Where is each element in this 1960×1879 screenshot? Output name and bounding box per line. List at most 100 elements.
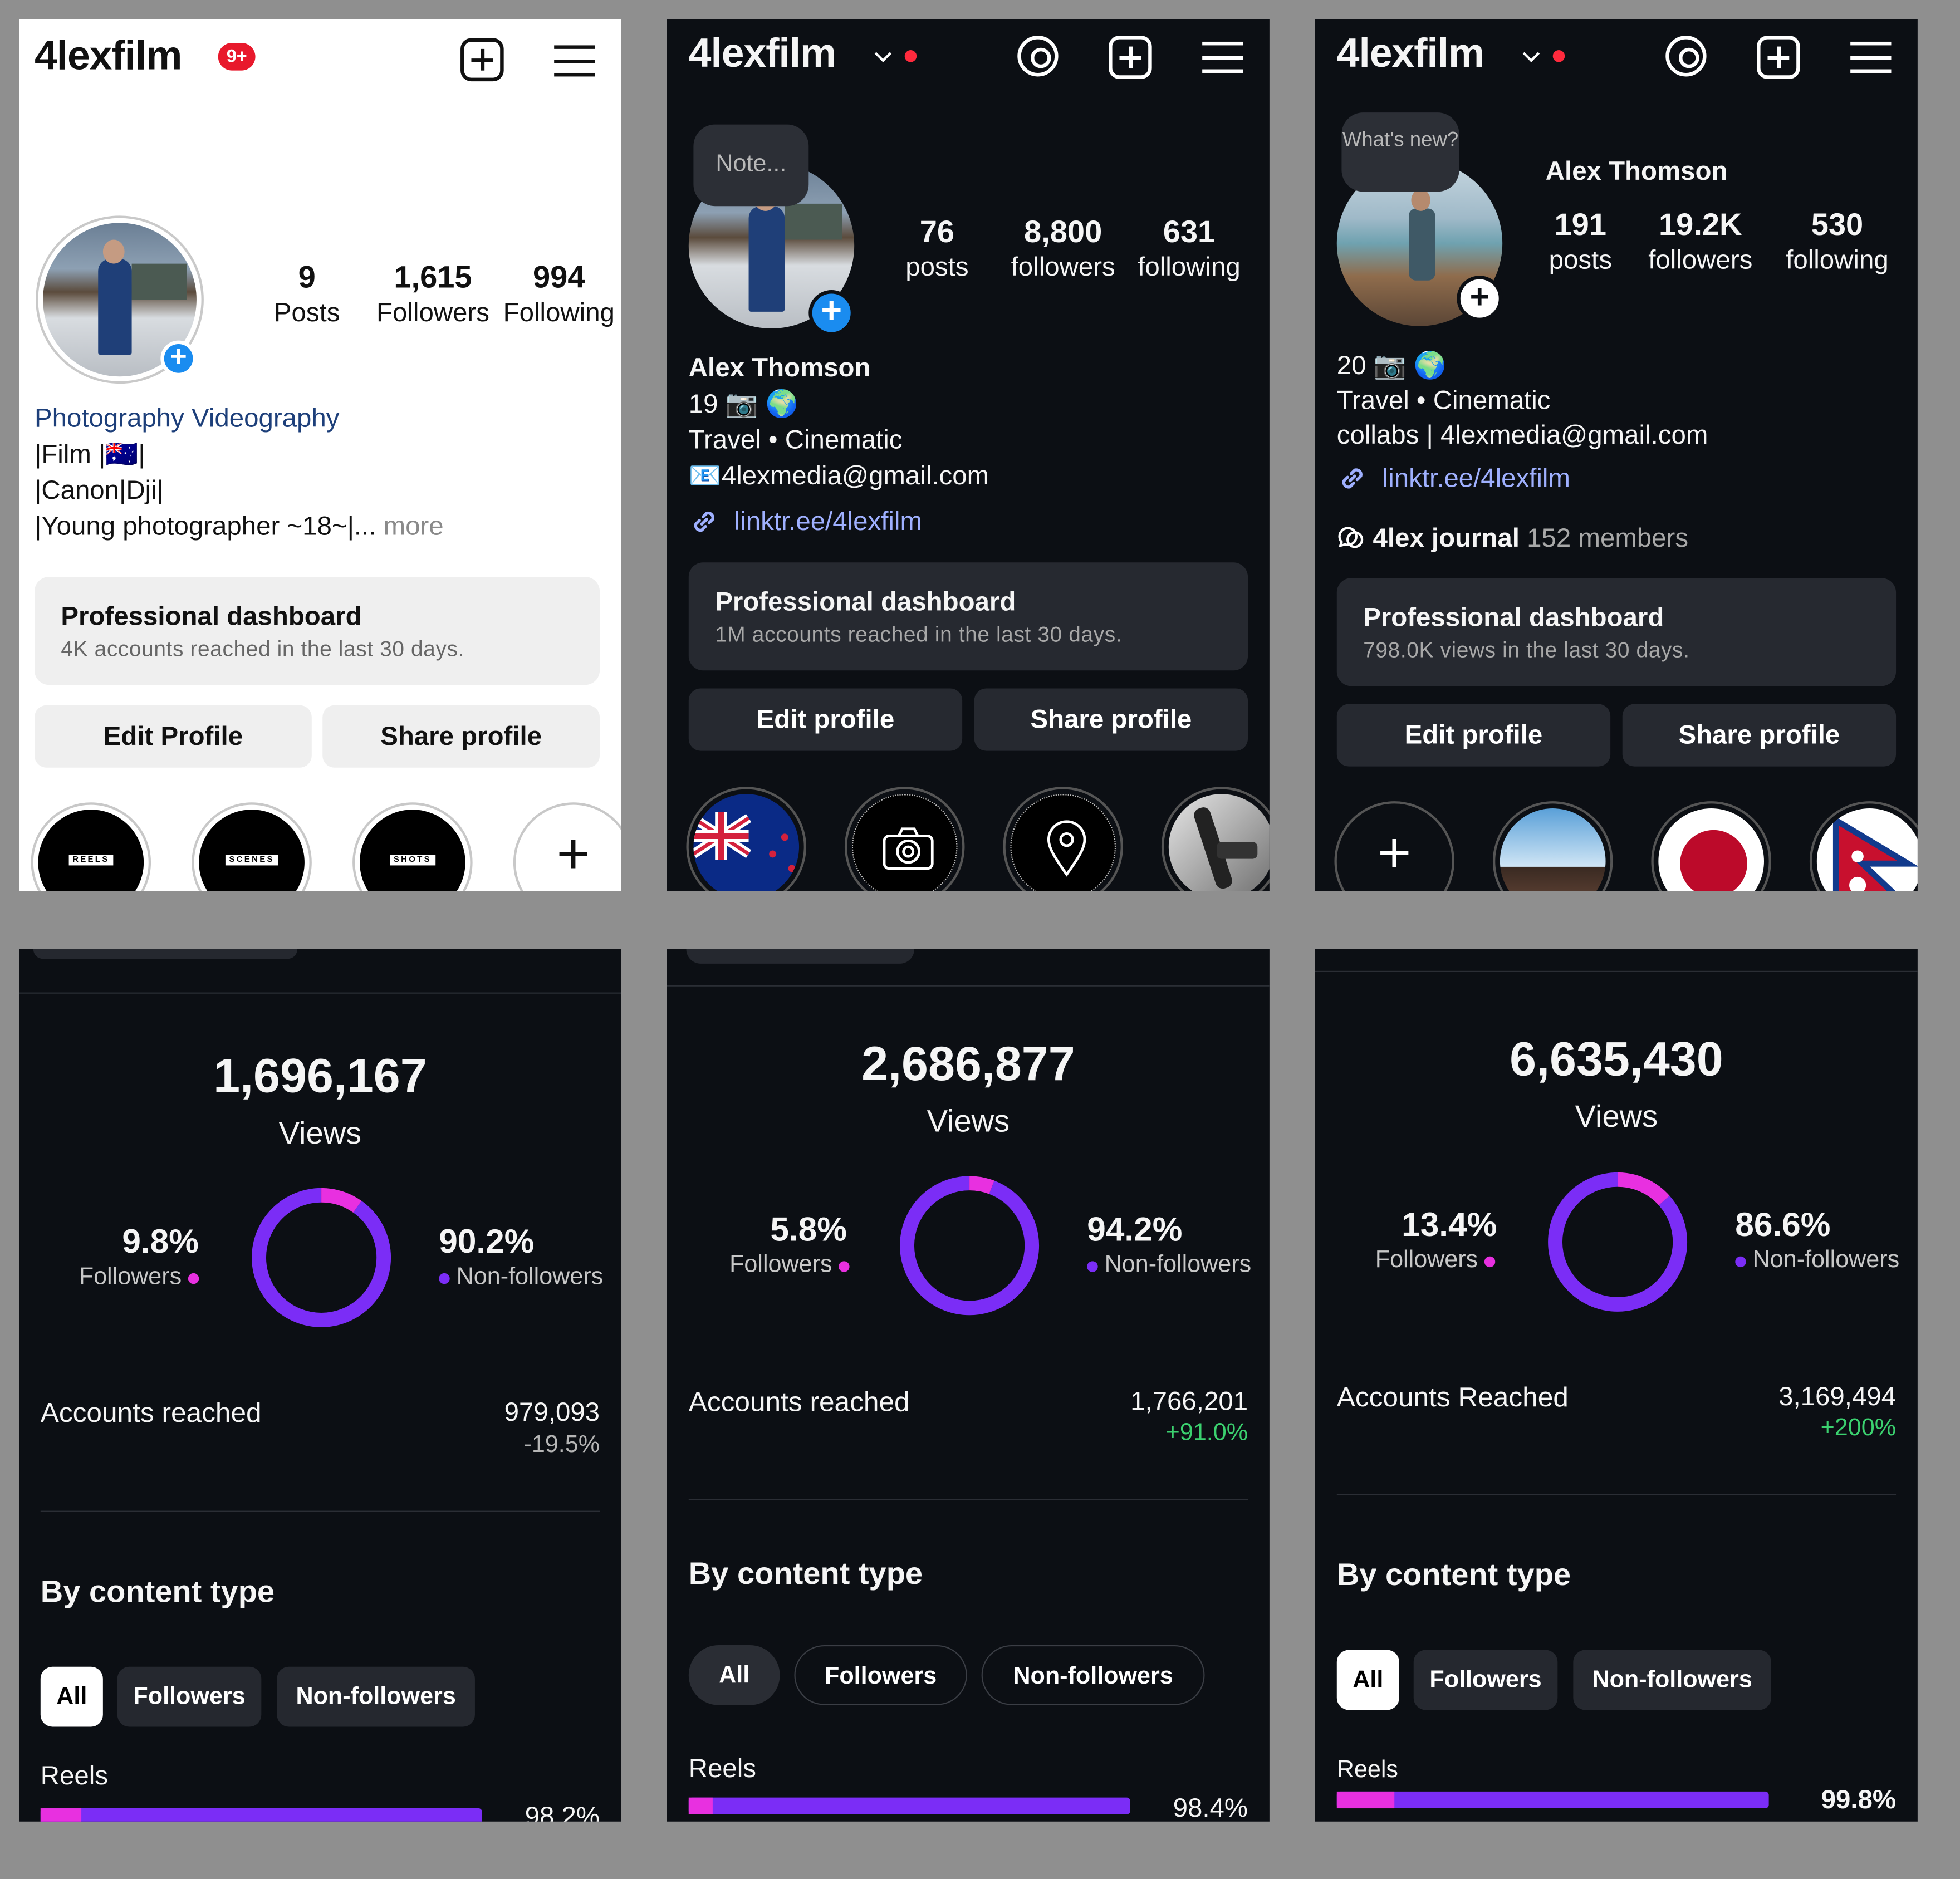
new-post-icon[interactable] <box>1109 36 1152 79</box>
legend-label: Non-followers <box>1104 1252 1252 1278</box>
legend-label: Followers <box>729 1252 832 1278</box>
followers-label[interactable]: Followers <box>373 297 493 328</box>
bio-line: |Young photographer ~18~|... more <box>35 511 444 542</box>
highlight-label: REELS <box>68 855 114 866</box>
menu-icon[interactable] <box>1202 41 1243 73</box>
highlight-label: SHOTS <box>390 855 435 866</box>
filter-nonfollowers[interactable]: Non-followers <box>1573 1650 1771 1710</box>
professional-dashboard[interactable]: Professional dashboard 798.0K views in t… <box>1336 578 1897 686</box>
highlight-reels[interactable]: REELS <box>31 802 151 891</box>
following-count[interactable]: 530 <box>1771 206 1903 243</box>
new-highlight-button[interactable]: + <box>1334 801 1454 891</box>
note-bubble[interactable]: What's new? <box>1341 112 1459 192</box>
views-donut <box>252 1188 391 1327</box>
share-profile-button[interactable]: Share profile <box>974 688 1248 751</box>
add-story-icon[interactable]: + <box>808 290 855 336</box>
chevron-down-icon[interactable] <box>874 45 892 62</box>
following-label[interactable]: following <box>1129 252 1250 283</box>
filter-followers[interactable]: Followers <box>794 1645 967 1705</box>
following-label[interactable]: following <box>1771 244 1903 276</box>
followers-count[interactable]: 19.2K <box>1634 206 1766 243</box>
highlight-shots[interactable]: SHOTS <box>352 802 473 891</box>
reels-label: Reels <box>688 1753 757 1783</box>
display-name: Alex Thomson <box>1545 155 1728 186</box>
edit-profile-button[interactable]: Edit profile <box>688 688 963 751</box>
new-post-icon[interactable] <box>460 38 504 82</box>
bio-text: |Young photographer ~18~|... <box>35 511 376 541</box>
new-post-icon[interactable] <box>1757 36 1800 79</box>
reels-bar-followers <box>40 1808 82 1822</box>
highlight-nepal[interactable] <box>1809 801 1918 891</box>
note-text: What's new? <box>1342 128 1459 151</box>
username[interactable]: 4lexfilm <box>1337 31 1484 78</box>
filter-all[interactable]: All <box>1336 1650 1399 1710</box>
highlight-gimbal[interactable] <box>1161 787 1270 891</box>
followers-percent: 9.8% <box>122 1223 199 1260</box>
reels-percent: 98.2% <box>525 1801 600 1822</box>
divider <box>667 985 1270 987</box>
following-label[interactable]: Following <box>499 297 619 328</box>
nonfollowers-legend: Non-followers <box>439 1264 603 1292</box>
menu-icon[interactable] <box>1850 41 1892 73</box>
highlight-portrait[interactable] <box>1492 801 1613 891</box>
following-count[interactable]: 994 <box>499 259 619 296</box>
followers-count[interactable]: 8,800 <box>1003 213 1123 251</box>
filter-all[interactable]: All <box>688 1645 780 1705</box>
filter-followers[interactable]: Followers <box>117 1666 262 1727</box>
add-story-icon[interactable]: + <box>160 340 197 377</box>
dashboard-title: Professional dashboard <box>61 601 362 631</box>
followers-count[interactable]: 1,615 <box>373 259 493 296</box>
link-icon <box>1337 463 1368 494</box>
bio-line: Travel • Cinematic <box>1336 385 1551 415</box>
filter-nonfollowers[interactable]: Non-followers <box>277 1666 475 1727</box>
reels-bar-followers <box>1336 1791 1395 1809</box>
threads-icon[interactable] <box>1017 36 1059 77</box>
legend-dot <box>1484 1256 1496 1268</box>
views-total: 2,686,877 <box>861 1038 1075 1091</box>
followers-label[interactable]: followers <box>1003 252 1123 283</box>
reels-label: Reels <box>1336 1757 1399 1783</box>
notification-badge[interactable]: 9+ <box>218 43 256 71</box>
note-bubble[interactable]: Note... <box>693 124 809 207</box>
reels-bar <box>688 1797 1130 1814</box>
accounts-reached-label: Accounts reached <box>40 1396 262 1428</box>
highlight-location[interactable] <box>1003 787 1123 891</box>
profile-link[interactable]: linktr.ee/4lexfilm <box>1383 463 1570 494</box>
divider <box>40 1510 600 1512</box>
filter-all[interactable]: All <box>40 1666 103 1727</box>
highlight-scenes[interactable]: SCENES <box>192 802 312 891</box>
highlight-new-zealand[interactable] <box>686 787 806 891</box>
nonfollowers-percent: 94.2% <box>1087 1210 1183 1248</box>
professional-dashboard[interactable]: Professional dashboard 4K accounts reach… <box>35 577 600 685</box>
legend-label: Non-followers <box>1752 1247 1900 1273</box>
chevron-down-icon[interactable] <box>1522 45 1540 62</box>
profile-link[interactable]: linktr.ee/4lexfilm <box>734 506 922 537</box>
note-text: Note... <box>716 151 787 178</box>
edit-profile-button[interactable]: Edit profile <box>1336 704 1611 767</box>
followers-legend: Followers <box>729 1252 850 1279</box>
filter-nonfollowers[interactable]: Non-followers <box>981 1645 1205 1705</box>
more-link[interactable]: more <box>384 511 444 541</box>
edit-profile-button[interactable]: Edit Profile <box>35 705 312 768</box>
professional-dashboard[interactable]: Professional dashboard 1M accounts reach… <box>688 562 1248 671</box>
highlight-camera[interactable] <box>844 787 965 891</box>
new-highlight-button[interactable]: + <box>513 802 621 891</box>
username[interactable]: 4lexfilm <box>689 31 836 78</box>
views-label: Views <box>278 1115 362 1151</box>
following-count[interactable]: 631 <box>1129 213 1250 251</box>
nonfollowers-legend: Non-followers <box>1087 1252 1251 1279</box>
legend-label: Followers <box>79 1263 182 1291</box>
threads-icon[interactable] <box>1665 36 1707 77</box>
highlight-japan[interactable] <box>1651 801 1771 891</box>
accounts-reached-change: +200% <box>1820 1415 1897 1441</box>
share-profile-button[interactable]: Share profile <box>322 705 600 768</box>
posts-count: 76 <box>919 213 955 249</box>
filter-followers[interactable]: Followers <box>1413 1650 1558 1710</box>
menu-icon[interactable] <box>554 45 595 77</box>
add-story-icon[interactable]: + <box>1457 276 1503 322</box>
reels-bar <box>40 1808 482 1822</box>
followers-label[interactable]: followers <box>1634 244 1766 276</box>
share-profile-button[interactable]: Share profile <box>1622 704 1897 767</box>
broadcast-channel[interactable]: 4lex journal 152 members <box>1373 523 1688 554</box>
username[interactable]: 4lexfilm <box>35 33 182 80</box>
